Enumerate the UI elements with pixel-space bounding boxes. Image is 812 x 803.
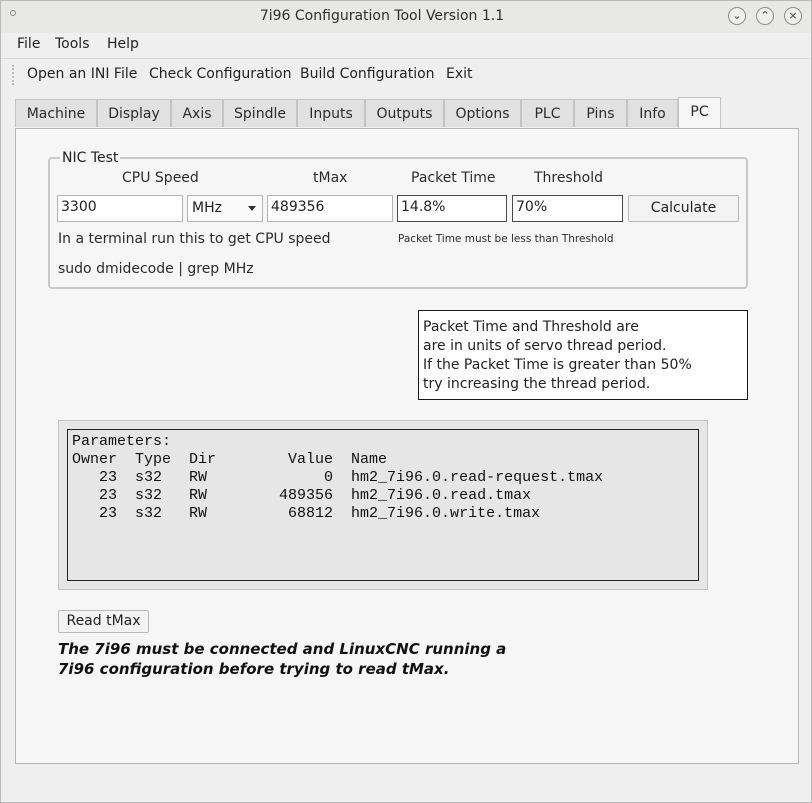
read-tmax-button[interactable]: Read tMax: [58, 610, 149, 633]
tab-bar: Machine Display Axis Spindle Inputs Outp…: [15, 97, 799, 128]
tmax-label: tMax: [313, 170, 348, 186]
exit-button[interactable]: Exit: [446, 66, 473, 82]
tab-outputs[interactable]: Outputs: [365, 99, 444, 127]
parameters-heading: Parameters:: [72, 433, 172, 450]
warning-line: The 7i96 must be connected and LinuxCNC …: [58, 640, 507, 658]
toolbar: Open an INI File Check Configuration Bui…: [1, 58, 811, 90]
cpu-unit-select[interactable]: MHz: [187, 195, 263, 222]
app-window: 7i96 Configuration Tool Version 1.1 ⌄ ⌃ …: [0, 0, 812, 803]
calculate-button[interactable]: Calculate: [628, 195, 739, 222]
maximize-icon[interactable]: ⌃: [756, 7, 774, 25]
tab-inputs[interactable]: Inputs: [297, 99, 365, 127]
build-configuration-button[interactable]: Build Configuration: [300, 66, 435, 82]
tab-display[interactable]: Display: [97, 99, 171, 127]
cpu-unit-value: MHz: [192, 200, 222, 216]
open-ini-button[interactable]: Open an INI File: [27, 66, 137, 82]
note-line: are in units of servo thread period.: [423, 338, 667, 354]
thread-period-note: Packet Time and Threshold are are in uni…: [418, 310, 748, 400]
tab-spindle[interactable]: Spindle: [223, 99, 297, 127]
parameter-row: 23 s32 RW 0 hm2_7i96.0.read-request.tmax: [72, 469, 604, 486]
menu-tools[interactable]: Tools: [55, 36, 90, 52]
toolbar-grip-icon[interactable]: [12, 65, 17, 85]
menu-help[interactable]: Help: [107, 36, 139, 52]
parameters-header-row: Owner Type Dir Value Name: [72, 451, 388, 468]
nic-test-title: NIC Test: [60, 150, 121, 166]
tab-pins[interactable]: Pins: [574, 99, 627, 127]
status-bar: [1, 768, 811, 802]
packet-hint: Packet Time must be less than Threshold: [398, 233, 614, 245]
parameters-frame: Parameters: Owner Type Dir Value Name 23 …: [58, 420, 708, 590]
tab-machine[interactable]: Machine: [15, 99, 97, 127]
cpu-speed-input[interactable]: 3300: [57, 195, 183, 222]
note-line: If the Packet Time is greater than 50%: [423, 357, 692, 373]
packet-time-label: Packet Time: [411, 170, 496, 186]
tab-pc[interactable]: PC: [678, 97, 721, 128]
chevron-down-icon: [248, 206, 256, 211]
menu-bar: File Tools Help: [1, 33, 811, 57]
cpu-speed-label: CPU Speed: [122, 170, 199, 186]
packet-time-field: 14.8%: [397, 195, 507, 222]
title-bar: 7i96 Configuration Tool Version 1.1 ⌄ ⌃ …: [1, 1, 811, 33]
parameter-row: 23 s32 RW 68812 hm2_7i96.0.write.tmax: [72, 505, 541, 522]
tab-plc[interactable]: PLC: [521, 99, 574, 127]
terminal-hint: In a terminal run this to get CPU speed: [58, 231, 331, 247]
pc-tab-panel: NIC Test CPU Speed tMax Packet Time Thre…: [15, 128, 799, 764]
threshold-label: Threshold: [534, 170, 603, 186]
parameter-row: 23 s32 RW 489356 hm2_7i96.0.read.tmax: [72, 487, 532, 504]
tab-axis[interactable]: Axis: [171, 99, 223, 127]
close-icon[interactable]: ×: [784, 7, 802, 25]
note-line: Packet Time and Threshold are: [423, 319, 639, 335]
tmax-input[interactable]: 489356: [267, 195, 393, 222]
tab-options[interactable]: Options: [444, 99, 521, 127]
check-configuration-button[interactable]: Check Configuration: [149, 66, 291, 82]
window-title: 7i96 Configuration Tool Version 1.1: [259, 8, 505, 24]
connection-warning: The 7i96 must be connected and LinuxCNC …: [58, 639, 506, 679]
dmidecode-command: sudo dmidecode | grep MHz: [58, 261, 254, 277]
threshold-field: 70%: [512, 195, 623, 222]
parameters-output[interactable]: Parameters: Owner Type Dir Value Name 23 …: [67, 429, 699, 581]
warning-line: 7i96 configuration before trying to read…: [58, 660, 450, 678]
tab-info[interactable]: Info: [627, 99, 678, 127]
minimize-icon[interactable]: ⌄: [728, 7, 746, 25]
menu-file[interactable]: File: [17, 36, 40, 52]
note-line: try increasing the thread period.: [423, 376, 651, 392]
